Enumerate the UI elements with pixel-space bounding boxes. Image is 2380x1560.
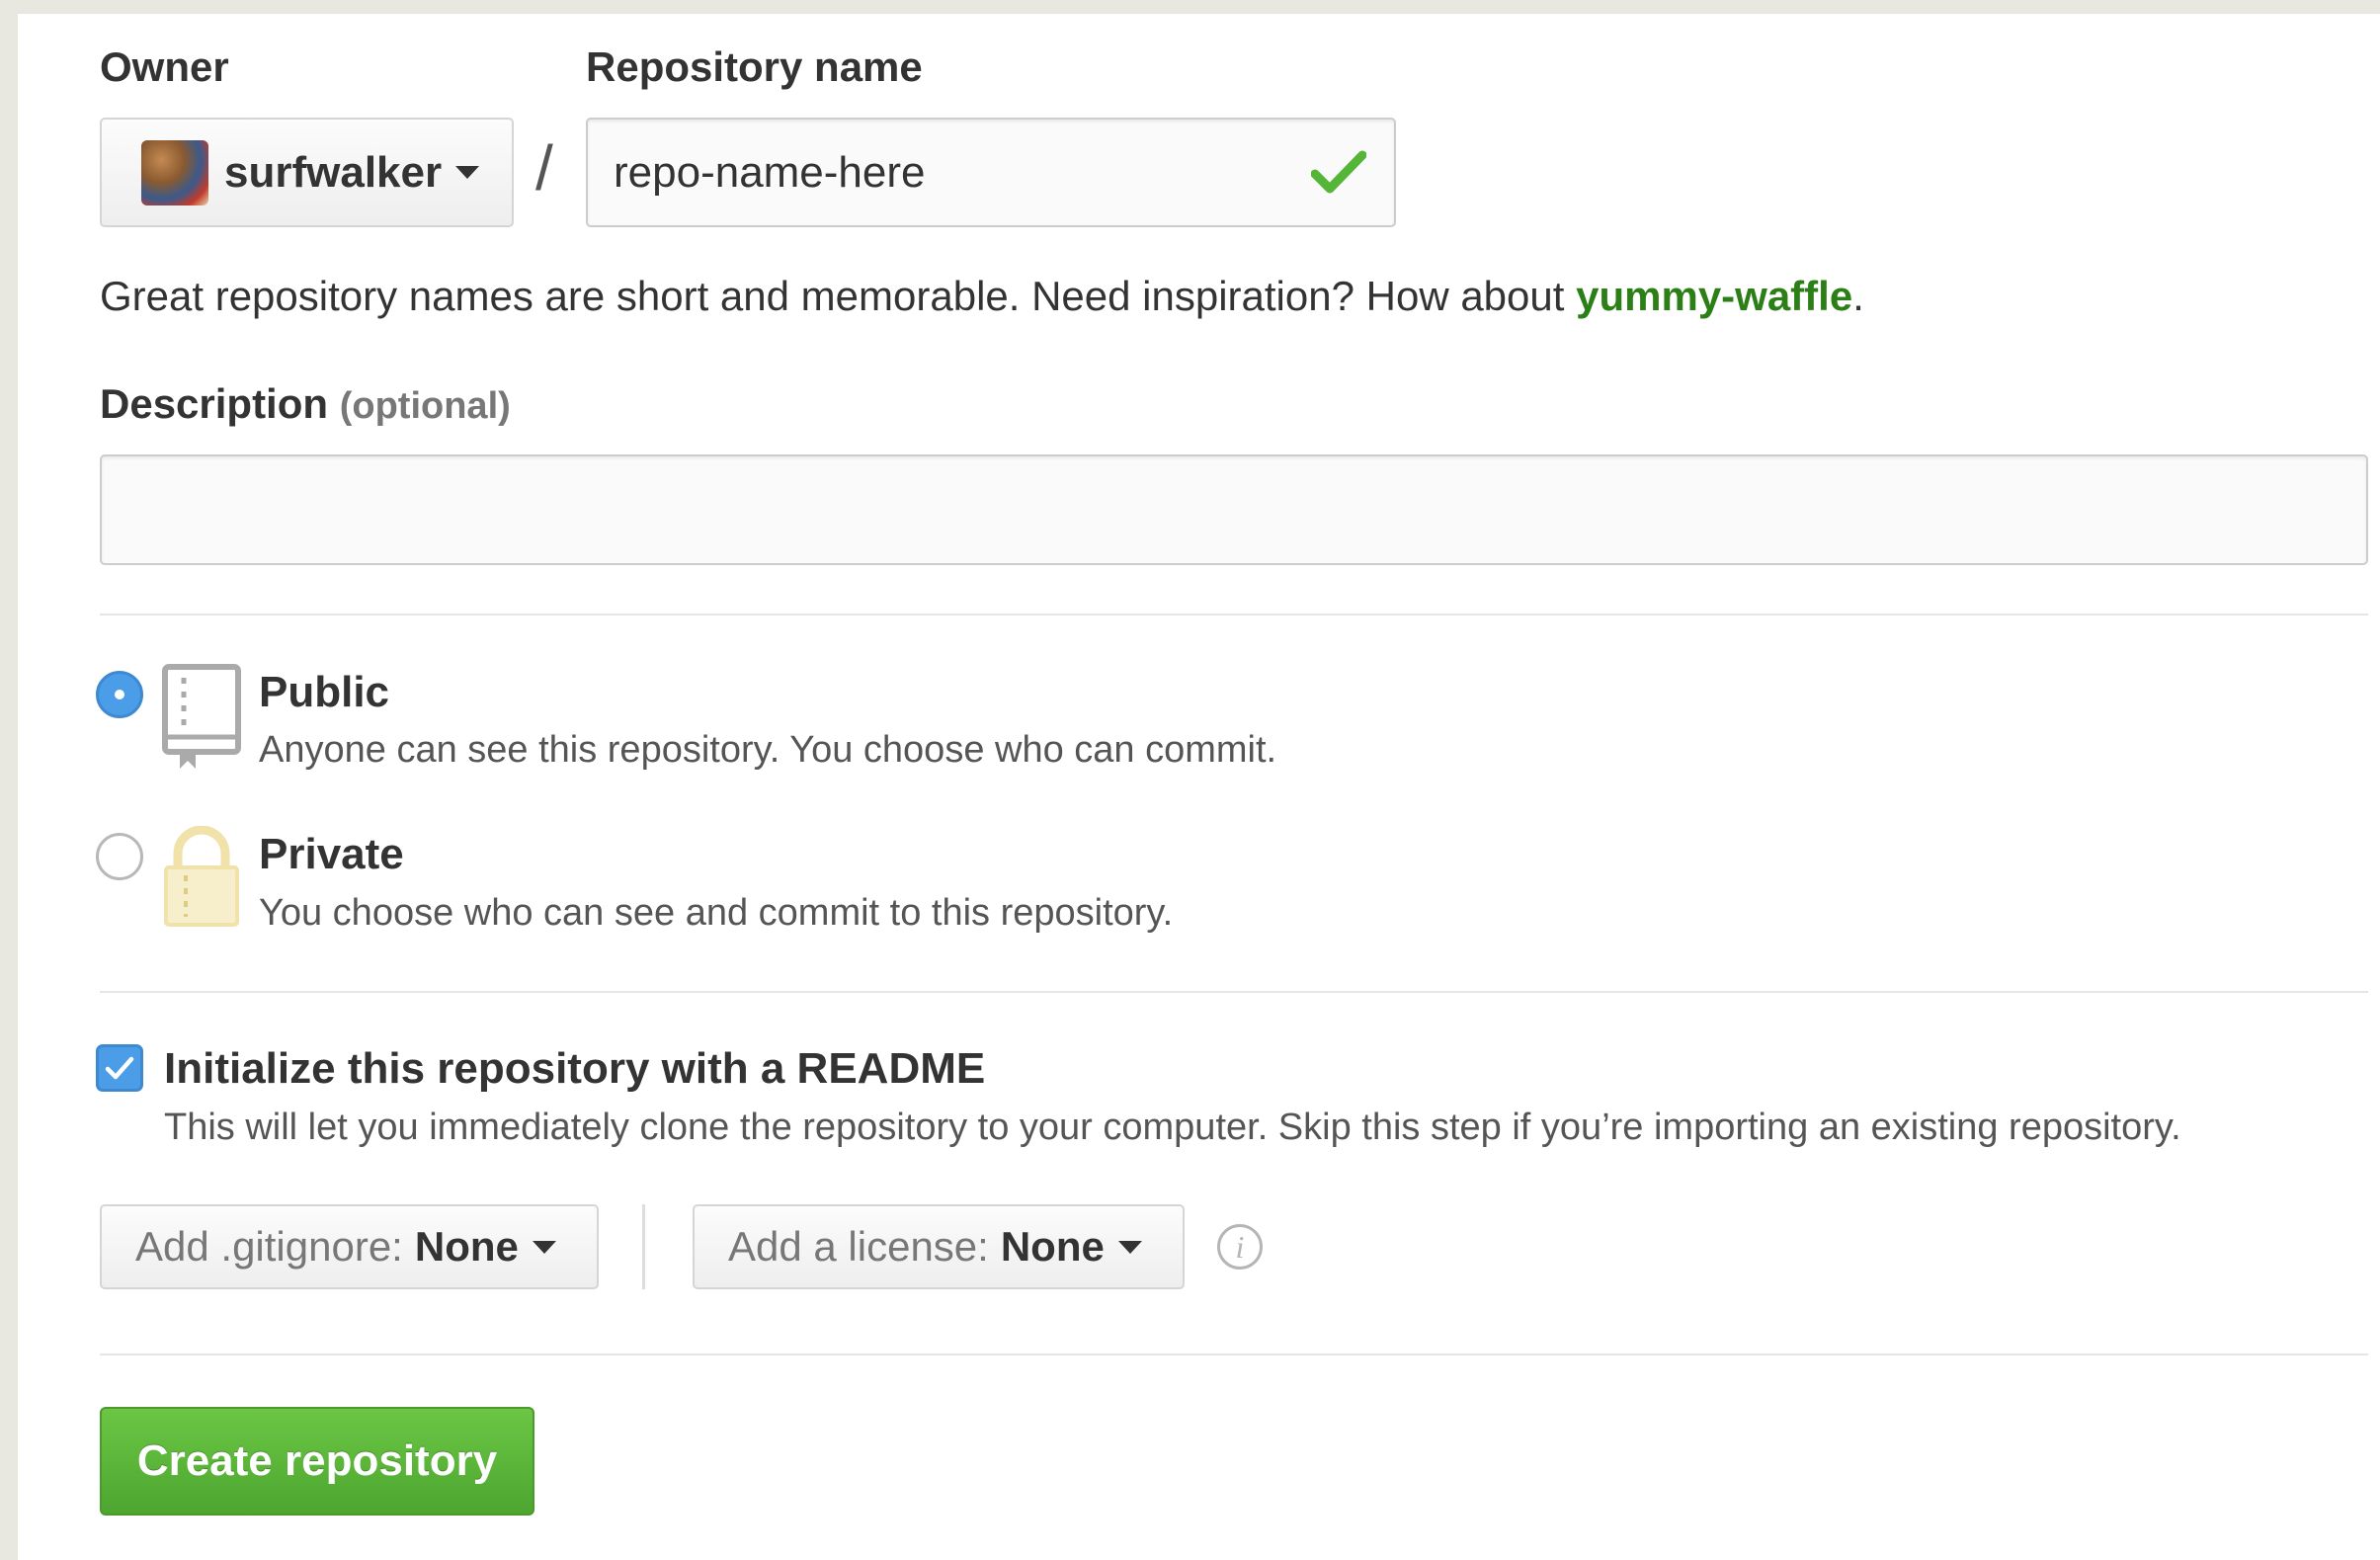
checkmark-icon bbox=[105, 1056, 134, 1080]
owner-repo-separator: / bbox=[535, 132, 553, 204]
gitignore-value: None bbox=[414, 1223, 519, 1270]
create-repository-button[interactable]: Create repository bbox=[100, 1407, 534, 1516]
public-title: Public bbox=[259, 668, 390, 716]
optional-tag: (optional) bbox=[339, 385, 511, 427]
gitignore-dropdown[interactable]: Add .gitignore: None bbox=[100, 1204, 599, 1289]
divider bbox=[100, 1354, 2368, 1355]
repository-name-input[interactable]: repo-name-here bbox=[586, 118, 1396, 227]
chevron-down-icon bbox=[1117, 1240, 1142, 1254]
dropdown-separator bbox=[642, 1204, 645, 1289]
license-label: Add a license: bbox=[728, 1223, 989, 1270]
hint-text: Great repository names are short and mem… bbox=[100, 273, 1577, 319]
gitignore-label: Add .gitignore: bbox=[135, 1223, 403, 1270]
window-frame-left bbox=[0, 0, 18, 1560]
public-description: Anyone can see this repository. You choo… bbox=[259, 729, 1277, 771]
checkmark-icon bbox=[1311, 150, 1366, 194]
readme-checkbox[interactable] bbox=[96, 1044, 143, 1092]
description-label: Description (optional) bbox=[100, 380, 511, 428]
private-radio[interactable] bbox=[96, 833, 143, 880]
readme-title: Initialize this repository with a README bbox=[164, 1044, 986, 1093]
private-description: You choose who can see and commit to thi… bbox=[259, 892, 1174, 934]
suggested-name-link[interactable]: yummy-waffle bbox=[1576, 273, 1852, 319]
owner-label: Owner bbox=[100, 43, 229, 90]
owner-dropdown[interactable]: surfwalker bbox=[100, 118, 514, 227]
info-icon[interactable]: i bbox=[1217, 1224, 1263, 1270]
owner-name: surfwalker bbox=[224, 147, 443, 197]
avatar bbox=[141, 139, 208, 205]
repository-name-hint: Great repository names are short and mem… bbox=[100, 273, 1864, 320]
divider bbox=[100, 614, 2368, 616]
chevron-down-icon bbox=[532, 1240, 556, 1254]
window-frame-top bbox=[0, 0, 2380, 14]
description-input[interactable] bbox=[100, 454, 2368, 565]
license-value: None bbox=[1000, 1223, 1105, 1270]
repo-book-icon bbox=[162, 664, 241, 769]
repository-name-value: repo-name-here bbox=[614, 147, 926, 197]
private-title: Private bbox=[259, 830, 404, 878]
readme-description: This will let you immediately clone the … bbox=[164, 1107, 2181, 1148]
chevron-down-icon bbox=[455, 166, 480, 179]
description-label-text: Description bbox=[100, 380, 329, 427]
license-dropdown[interactable]: Add a license: None bbox=[693, 1204, 1185, 1289]
divider bbox=[100, 991, 2368, 993]
hint-end: . bbox=[1852, 273, 1864, 319]
lock-icon bbox=[164, 826, 239, 927]
repository-name-label: Repository name bbox=[586, 43, 923, 90]
public-radio[interactable] bbox=[96, 671, 143, 718]
